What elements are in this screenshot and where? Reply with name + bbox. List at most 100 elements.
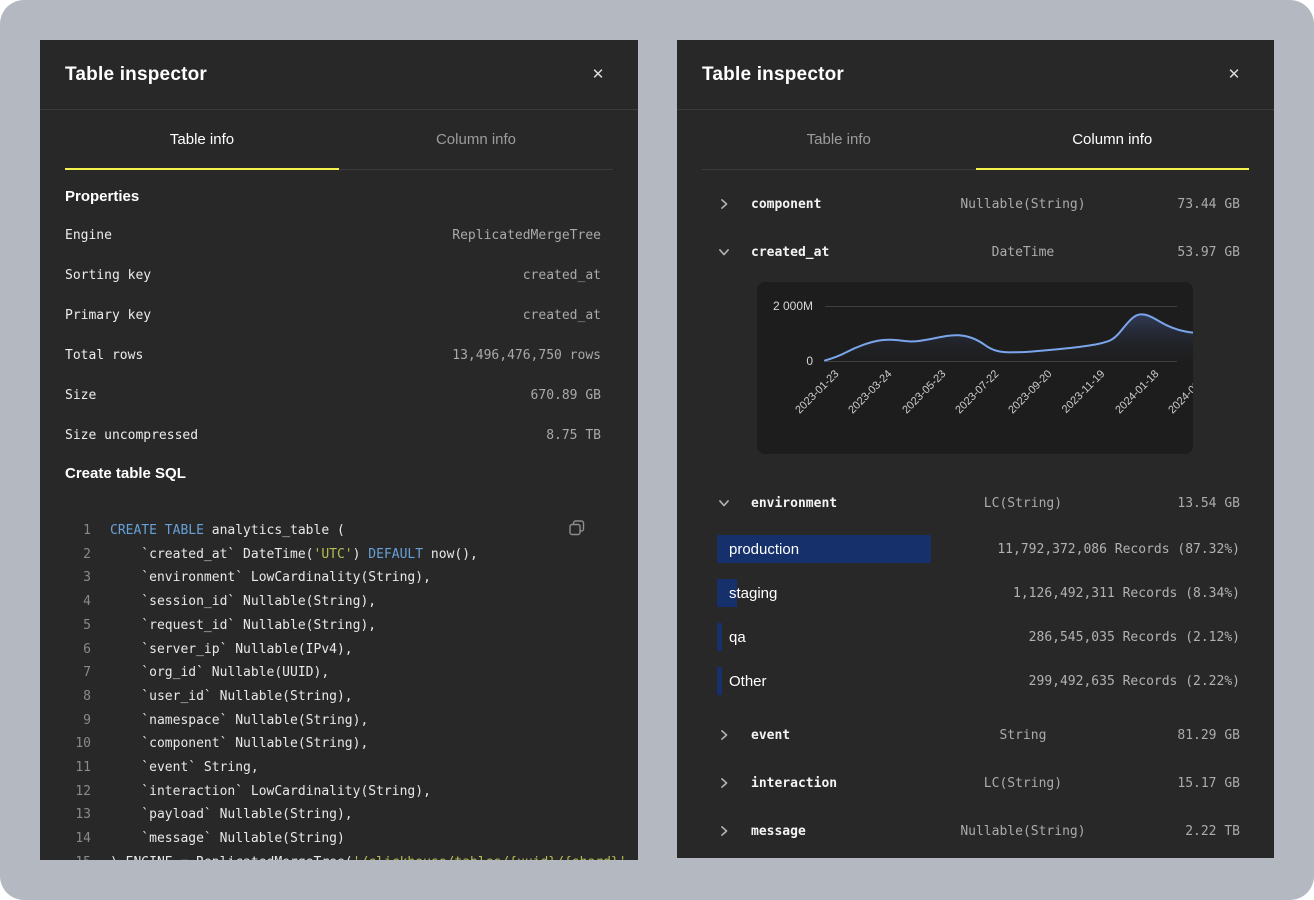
sql-segment: '/clickhouse/tables/{uuid}/{shard}' bbox=[353, 855, 627, 860]
sql-line-number: 5 bbox=[65, 614, 91, 638]
column-row-message[interactable]: message Nullable(String)2.22 TB bbox=[717, 807, 1240, 855]
value-bar-zone: Other bbox=[717, 659, 1029, 703]
value-bar-row-qa: qa 286,545,035 Records (2.12%) bbox=[717, 615, 1240, 659]
sql-segment: `message` Nullable(String) bbox=[110, 831, 345, 846]
property-value: 8.75 TB bbox=[546, 428, 601, 443]
sql-line: 9 `namespace` Nullable(String), bbox=[65, 709, 601, 733]
column-list: componentNullable(String)73.44 GBcreated… bbox=[677, 170, 1274, 855]
sql-line-number: 7 bbox=[65, 661, 91, 685]
column-name: component bbox=[751, 197, 821, 212]
sql-line: 7 `org_id` Nullable(UUID), bbox=[65, 661, 601, 685]
value-bar-records: 11,792,372,086 Records (87.32%) bbox=[997, 542, 1240, 557]
sql-lines: 1CREATE TABLE analytics_table (2 `create… bbox=[65, 519, 601, 860]
sql-line-text: `message` Nullable(String) bbox=[110, 827, 345, 851]
sql-line-number: 6 bbox=[65, 638, 91, 662]
close-button[interactable]: ✕ bbox=[1222, 63, 1246, 87]
column-row-left: created_at bbox=[717, 245, 937, 260]
sql-line-text: ) ENGINE = ReplicatedMergeTree('/clickho… bbox=[110, 851, 634, 860]
value-bar-row-staging: staging 1,126,492,311 Records (8.34%) bbox=[717, 571, 1240, 615]
modal-title: Table inspector bbox=[702, 64, 844, 86]
property-value: 670.89 GB bbox=[531, 388, 601, 403]
table-info-content: Properties EngineReplicatedMergeTreeSort… bbox=[40, 188, 638, 860]
chevron-down-icon bbox=[717, 496, 731, 510]
tab-bar: Table info Column info bbox=[65, 110, 613, 170]
sql-line: 11 `event` String, bbox=[65, 756, 601, 780]
sql-segment: ) bbox=[353, 547, 369, 562]
sql-segment: 'UTC' bbox=[314, 547, 353, 562]
value-bar-label: staging bbox=[717, 585, 777, 602]
property-row: Sorting keycreated_at bbox=[65, 255, 601, 295]
sql-segment: `session_id` Nullable(String), bbox=[110, 594, 376, 609]
properties-list: EngineReplicatedMergeTreeSorting keycrea… bbox=[65, 215, 601, 455]
property-value: created_at bbox=[523, 308, 601, 323]
column-size: 81.29 GB bbox=[1109, 728, 1240, 743]
property-value: 13,496,476,750 rows bbox=[452, 348, 601, 363]
sql-segment: `request_id` Nullable(String), bbox=[110, 618, 376, 633]
sql-line: 15) ENGINE = ReplicatedMergeTree('/click… bbox=[65, 851, 601, 860]
chevron-right-icon bbox=[717, 776, 731, 790]
sql-segment: `event` String, bbox=[110, 760, 259, 775]
sql-line-text: `session_id` Nullable(String), bbox=[110, 590, 376, 614]
sql-segment: `namespace` Nullable(String), bbox=[110, 713, 368, 728]
sql-line-number: 13 bbox=[65, 803, 91, 827]
sql-line-number: 8 bbox=[65, 685, 91, 709]
sql-line-text: CREATE TABLE analytics_table ( bbox=[110, 519, 345, 543]
sql-line: 2 `created_at` DateTime('UTC') DEFAULT n… bbox=[65, 543, 601, 567]
column-row-left: interaction bbox=[717, 776, 937, 791]
copy-sql-button[interactable] bbox=[568, 519, 586, 537]
tab-bar: Table info Column info bbox=[702, 110, 1249, 170]
column-row-left: component bbox=[717, 197, 937, 212]
chevron-down-icon bbox=[717, 245, 731, 259]
property-label: Size uncompressed bbox=[65, 428, 198, 443]
sql-segment: `org_id` Nullable(UUID), bbox=[110, 665, 329, 680]
sql-line-number: 2 bbox=[65, 543, 91, 567]
chevron-right-icon bbox=[717, 728, 731, 742]
column-row-event[interactable]: eventString81.29 GB bbox=[717, 711, 1240, 759]
sql-line-number: 3 bbox=[65, 566, 91, 590]
value-bar-records: 286,545,035 Records (2.12%) bbox=[1029, 630, 1240, 645]
sql-segment: now(), bbox=[423, 547, 478, 562]
column-row-environment[interactable]: environmentLC(String)13.54 GB bbox=[717, 479, 1240, 527]
tab-column-info[interactable]: Column info bbox=[339, 110, 613, 169]
close-button[interactable]: ✕ bbox=[586, 63, 610, 87]
sql-segment: `component` Nullable(String), bbox=[110, 736, 368, 751]
column-row-component[interactable]: componentNullable(String)73.44 GB bbox=[717, 180, 1240, 228]
value-bar-label: qa bbox=[717, 629, 746, 646]
property-row: Total rows13,496,476,750 rows bbox=[65, 335, 601, 375]
sql-line: 14 `message` Nullable(String) bbox=[65, 827, 601, 851]
copy-icon bbox=[568, 519, 586, 537]
column-row-created_at[interactable]: created_atDateTime53.97 GB bbox=[717, 228, 1240, 276]
sql-segment: DEFAULT bbox=[368, 547, 423, 562]
sql-segment: CREATE TABLE bbox=[110, 523, 204, 538]
sql-line: 10 `component` Nullable(String), bbox=[65, 732, 601, 756]
chevron-right-icon bbox=[717, 197, 731, 211]
modal-header: Table inspector ✕ bbox=[40, 40, 638, 110]
sql-line: 5 `request_id` Nullable(String), bbox=[65, 614, 601, 638]
column-size: 53.97 GB bbox=[1109, 245, 1240, 260]
value-bar-zone: production bbox=[717, 527, 997, 571]
column-name: interaction bbox=[751, 776, 837, 791]
page-background: Table inspector ✕ Table info Column info… bbox=[0, 0, 1314, 900]
column-row-interaction[interactable]: interactionLC(String)15.17 GB bbox=[717, 759, 1240, 807]
sql-line-text: `environment` LowCardinality(String), bbox=[110, 566, 431, 590]
property-row: Primary keycreated_at bbox=[65, 295, 601, 335]
sql-line-text: `org_id` Nullable(UUID), bbox=[110, 661, 329, 685]
close-icon: ✕ bbox=[1228, 66, 1241, 83]
value-bar-records: 1,126,492,311 Records (8.34%) bbox=[1013, 586, 1240, 601]
tab-table-info[interactable]: Table info bbox=[702, 110, 976, 169]
value-bar-records: 299,492,635 Records (2.22%) bbox=[1029, 674, 1240, 689]
column-type: Nullable(String) bbox=[937, 197, 1110, 212]
created-at-histogram bbox=[757, 282, 1193, 454]
column-name: message bbox=[751, 824, 806, 839]
value-bar-zone: staging bbox=[717, 571, 1013, 615]
sql-segment: `payload` Nullable(String), bbox=[110, 807, 353, 822]
column-size: 2.22 TB bbox=[1109, 824, 1240, 839]
sql-segment: `server_ip` Nullable(IPv4), bbox=[110, 642, 353, 657]
tab-table-info[interactable]: Table info bbox=[65, 110, 339, 169]
sql-line-number: 15 bbox=[65, 851, 91, 860]
tab-column-info[interactable]: Column info bbox=[976, 110, 1250, 169]
column-size: 13.54 GB bbox=[1109, 496, 1240, 511]
sql-line-text: `namespace` Nullable(String), bbox=[110, 709, 368, 733]
sql-line: 12 `interaction` LowCardinality(String), bbox=[65, 780, 601, 804]
column-type: Nullable(String) bbox=[937, 824, 1110, 839]
